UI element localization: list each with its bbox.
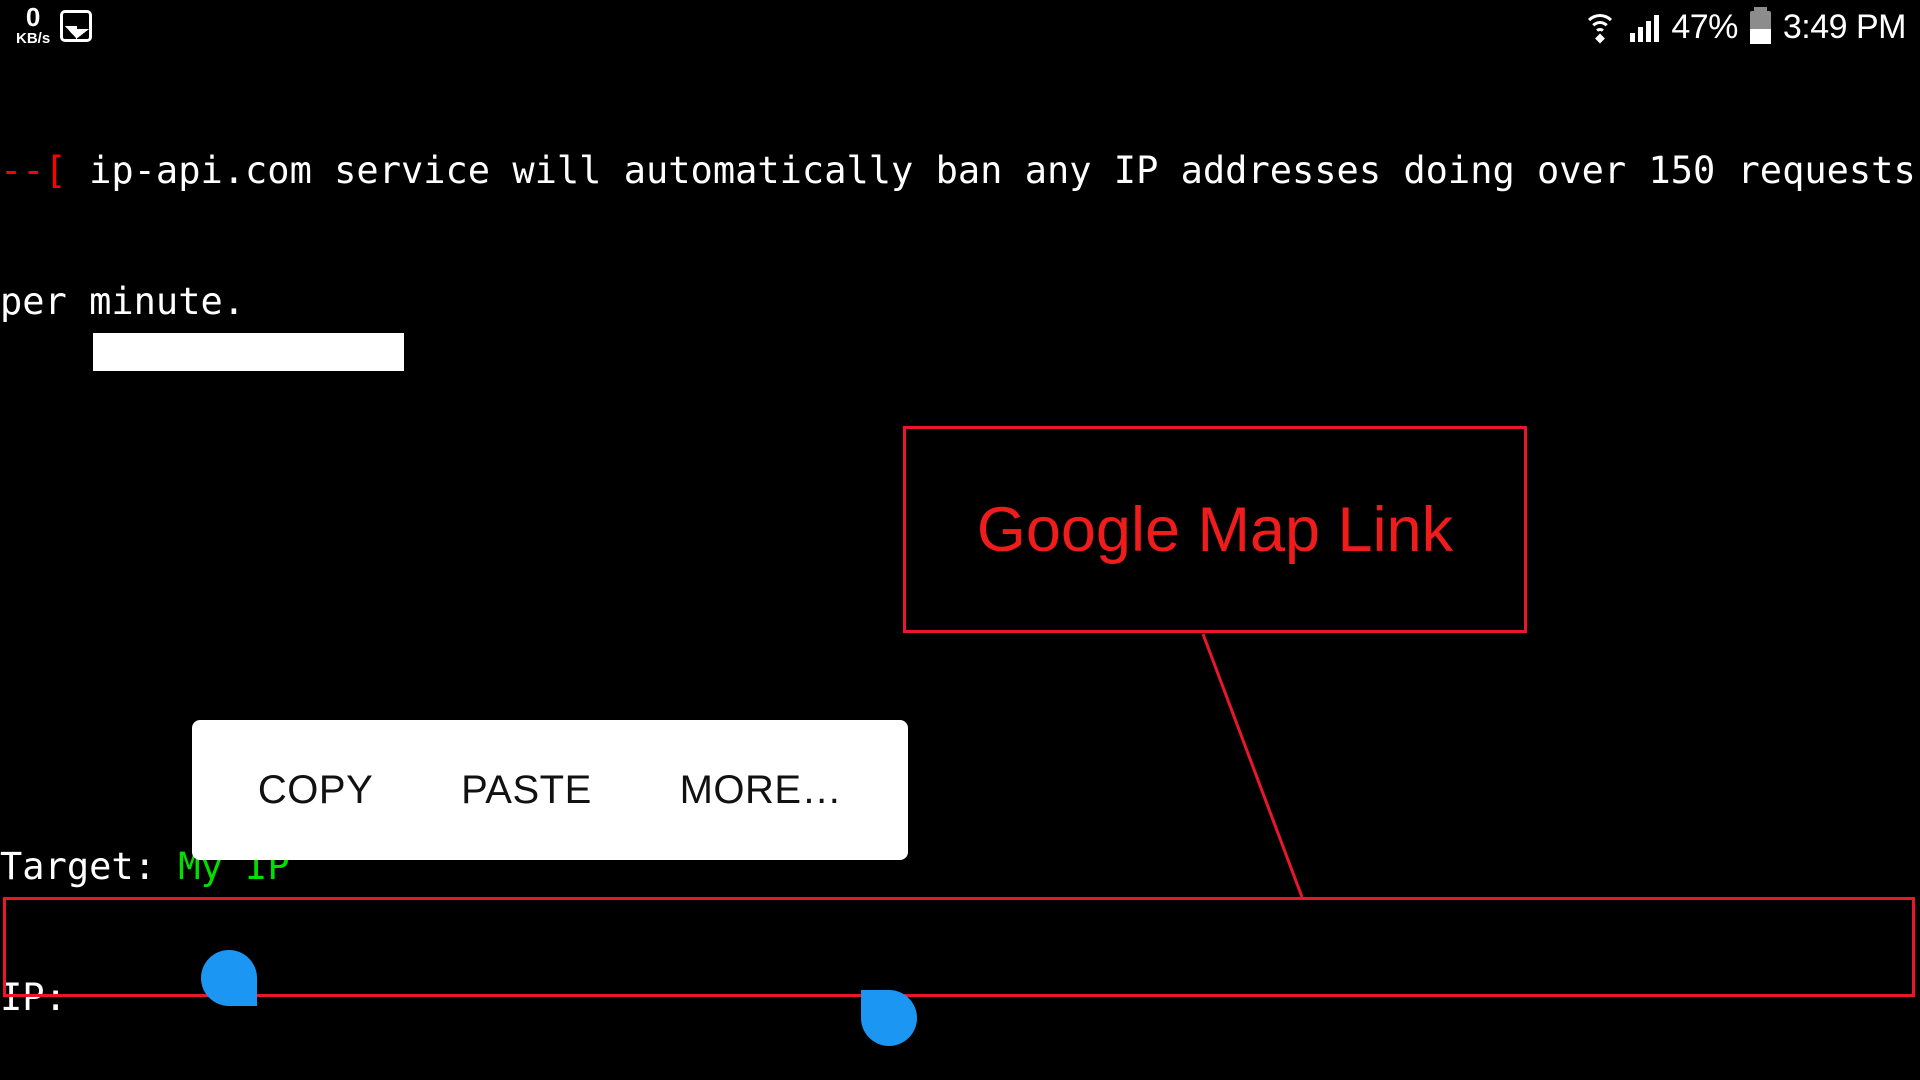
text-context-menu[interactable]: COPY PASTE MORE… — [192, 720, 908, 860]
battery-icon — [1749, 7, 1771, 44]
copy-button[interactable]: COPY — [258, 768, 373, 813]
paste-button[interactable]: PASTE — [461, 768, 592, 813]
battery-percent-label: 47% — [1671, 8, 1738, 46]
wifi-icon — [1582, 13, 1618, 43]
selection-handle-end[interactable] — [861, 990, 917, 1046]
status-bar-right: 47% 3:49 PM — [1582, 7, 1907, 47]
clock-label: 3:49 PM — [1782, 8, 1907, 46]
annotation-label: Google Map Link — [976, 494, 1454, 565]
network-speed-unit: KB/s — [16, 30, 51, 47]
image-icon — [60, 10, 93, 42]
banner-prefix: --[ — [0, 149, 67, 192]
spacer-line-3 — [0, 671, 1920, 715]
banner-text: ip-api.com service will automatically ba… — [66, 149, 1916, 192]
status-bar: 0 KB/s 47% 3:49 PM — [0, 0, 1920, 62]
banner-line-2: per minute. — [0, 279, 246, 323]
selection-handle-start[interactable] — [201, 950, 257, 1006]
annotation-box: Google Map Link — [903, 426, 1527, 633]
status-bar-left: 0 KB/s — [16, 4, 93, 46]
signal-bars-icon — [1630, 14, 1660, 42]
ip-redaction-overlay — [93, 333, 404, 371]
network-speed-value: 0 — [25, 2, 41, 32]
selection-outline — [3, 897, 1915, 997]
network-speed-indicator: 0 KB/s — [16, 4, 50, 46]
label-target: Target: — [0, 845, 179, 888]
banner-line-1: --[ ip-api.com service will automaticall… — [0, 149, 1920, 193]
phone-screen: 0 KB/s 47% 3:49 PM --[ ip-api.com servic… — [0, 0, 1920, 1080]
more-button[interactable]: MORE… — [680, 768, 843, 813]
